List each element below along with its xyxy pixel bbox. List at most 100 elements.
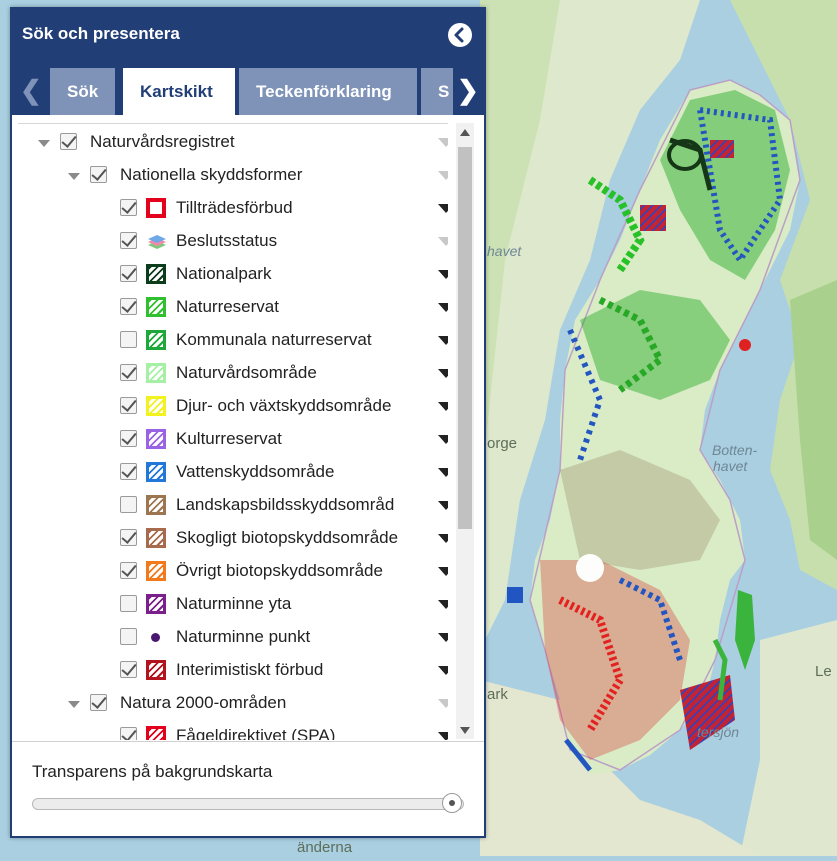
layer-menu-arrow-icon[interactable] [438, 732, 448, 740]
layer-row[interactable]: Nationalpark [18, 258, 448, 291]
layer-checkbox[interactable] [120, 265, 137, 282]
layer-label: Naturminne punkt [176, 627, 311, 646]
layer-checkbox[interactable] [60, 133, 77, 150]
tab-sok[interactable]: Sök [50, 68, 115, 115]
layer-menu-arrow-icon[interactable] [438, 501, 448, 510]
layer-checkbox[interactable] [120, 397, 137, 414]
expand-toggle-icon[interactable] [68, 701, 80, 708]
layer-menu-arrow-icon[interactable] [438, 138, 448, 147]
map-label-ostersjon: tersjön [697, 724, 740, 740]
tab-teckenforklaring-label: Teckenförklaring [256, 82, 392, 101]
layer-label: Vattenskyddsområde [176, 462, 335, 481]
hatch-symbol-icon [146, 495, 166, 515]
layer-checkbox[interactable] [90, 694, 107, 711]
red-square-symbol-icon [146, 198, 166, 218]
scroll-thumb[interactable] [458, 147, 472, 529]
layer-label: Kommunala naturreservat [176, 330, 372, 349]
layer-row[interactable]: Skogligt biotopskyddsområde [18, 522, 448, 555]
expand-toggle-icon[interactable] [38, 140, 50, 147]
layer-row[interactable]: Fågeldirektivet (SPA) [18, 720, 448, 740]
layer-row[interactable]: Interimistiskt förbud [18, 654, 448, 687]
map-label-norge: orge [487, 435, 518, 452]
layer-row[interactable]: Naturreservat [18, 291, 448, 324]
layer-label: Naturvårdsområde [176, 363, 317, 382]
layer-label: Interimistiskt förbud [176, 660, 324, 679]
layer-menu-arrow-icon[interactable] [438, 237, 448, 246]
layer-checkbox[interactable] [90, 166, 107, 183]
layer-row[interactable]: Övrigt biotopskyddsområde [18, 555, 448, 588]
tab-scroll-right-icon[interactable]: ❯ [457, 75, 479, 105]
hatch-symbol-icon [146, 363, 166, 383]
layer-row[interactable]: Djur- och växtskyddsområde [18, 390, 448, 423]
scroll-up-icon[interactable] [460, 129, 470, 136]
expand-toggle-icon[interactable] [68, 173, 80, 180]
layer-menu-arrow-icon[interactable] [438, 699, 448, 708]
layer-row[interactable]: Naturvårdsområde [18, 357, 448, 390]
layer-label: Fågeldirektivet (SPA) [176, 726, 336, 740]
layer-menu-arrow-icon[interactable] [438, 633, 448, 642]
layer-row[interactable]: Naturvårdsregistret [18, 126, 448, 159]
layer-menu-arrow-icon[interactable] [438, 171, 448, 180]
layer-row[interactable]: Nationella skyddsformer [18, 159, 448, 192]
layer-checkbox[interactable] [120, 364, 137, 381]
tab-kartskikt[interactable]: Kartskikt [123, 68, 235, 115]
layer-label: Beslutsstatus [176, 231, 278, 250]
tab-truncated[interactable]: S [421, 68, 453, 115]
hatch-symbol-icon [146, 462, 166, 482]
transparency-slider-thumb[interactable] [442, 793, 462, 813]
hatch-symbol-icon [146, 264, 166, 284]
layer-menu-arrow-icon[interactable] [438, 666, 448, 675]
layer-label: Naturvårdsregistret [90, 132, 235, 151]
tab-scroll-left-icon[interactable]: ❮ [20, 75, 42, 105]
layer-checkbox[interactable] [120, 727, 137, 740]
layer-menu-arrow-icon[interactable] [438, 468, 448, 477]
layer-label: Kulturreservat [176, 429, 282, 448]
layer-row[interactable]: Beslutsstatus [18, 225, 448, 258]
layer-menu-arrow-icon[interactable] [438, 567, 448, 576]
scroll-down-icon[interactable] [460, 727, 470, 734]
layer-menu-arrow-icon[interactable] [438, 270, 448, 279]
point-symbol-icon [151, 633, 160, 642]
layer-checkbox[interactable] [120, 628, 137, 645]
map-label-lettland: Le [815, 663, 832, 680]
panel-header: Sök och presentera ❮ Sök Kartskikt Tecke… [12, 9, 484, 115]
layer-checkbox[interactable] [120, 298, 137, 315]
layer-checkbox[interactable] [120, 661, 137, 678]
layer-row[interactable]: Tillträdesförbud [18, 192, 448, 225]
transparency-slider-track[interactable] [32, 798, 464, 810]
layer-menu-arrow-icon[interactable] [438, 402, 448, 411]
transparency-section: Transparens på bakgrundskarta [12, 741, 484, 837]
map-label-danmark: ark [487, 686, 508, 703]
layer-checkbox[interactable] [120, 463, 137, 480]
layer-row[interactable]: Kommunala naturreservat [18, 324, 448, 357]
hatch-symbol-icon [146, 660, 166, 680]
layer-menu-arrow-icon[interactable] [438, 600, 448, 609]
layer-row[interactable]: Naturminne yta [18, 588, 448, 621]
layer-row[interactable]: Vattenskyddsområde [18, 456, 448, 489]
layer-row[interactable]: Kulturreservat [18, 423, 448, 456]
layer-tree-scrollbar[interactable] [456, 123, 474, 739]
layer-row[interactable]: Landskapsbildsskyddsområd [18, 489, 448, 522]
layer-menu-arrow-icon[interactable] [438, 369, 448, 378]
layer-checkbox[interactable] [120, 232, 137, 249]
layer-menu-arrow-icon[interactable] [438, 303, 448, 312]
layer-label: Naturreservat [176, 297, 279, 316]
layer-row[interactable]: Naturminne punkt [18, 621, 448, 654]
layer-menu-arrow-icon[interactable] [438, 534, 448, 543]
layer-checkbox[interactable] [120, 199, 137, 216]
layer-menu-arrow-icon[interactable] [438, 204, 448, 213]
layer-label: Natura 2000-områden [120, 693, 287, 712]
layer-checkbox[interactable] [120, 562, 137, 579]
layer-row[interactable]: Natura 2000-områden [18, 687, 448, 720]
layer-checkbox[interactable] [120, 595, 137, 612]
layer-menu-arrow-icon[interactable] [438, 435, 448, 444]
layer-checkbox[interactable] [120, 529, 137, 546]
layer-checkbox[interactable] [120, 496, 137, 513]
tab-sok-label: Sök [67, 82, 99, 101]
collapse-panel-button[interactable] [448, 23, 472, 47]
layer-checkbox[interactable] [120, 331, 137, 348]
layer-checkbox[interactable] [120, 430, 137, 447]
layer-menu-arrow-icon[interactable] [438, 336, 448, 345]
tab-teckenforklaring[interactable]: Teckenförklaring [239, 68, 417, 115]
chevron-left-icon [454, 27, 464, 43]
